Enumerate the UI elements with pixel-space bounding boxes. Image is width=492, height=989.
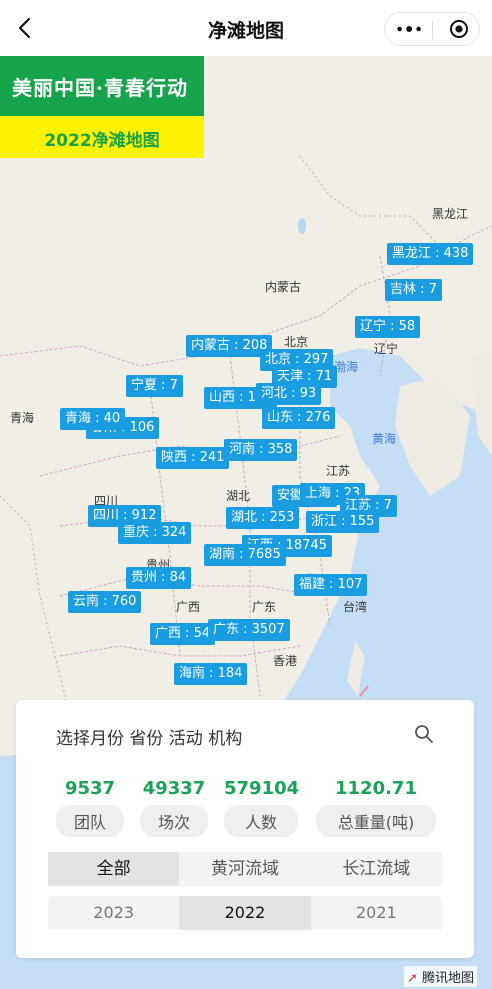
search-icon[interactable]: [414, 724, 434, 744]
province-marker[interactable]: 河北 : 93: [256, 383, 322, 405]
region-label: 广西: [176, 600, 201, 614]
province-marker[interactable]: 黑龙江 : 438: [387, 243, 474, 265]
stat-label: 人数: [224, 805, 298, 837]
stat-people: 579104 人数: [224, 778, 300, 837]
region-label: 广东: [252, 600, 277, 614]
year-2021[interactable]: 2021: [311, 896, 442, 930]
year-2023[interactable]: 2023: [48, 896, 179, 930]
region-label: 香港: [273, 654, 298, 668]
capsule-divider: [432, 21, 433, 39]
province-marker[interactable]: 广西 : 54: [150, 623, 216, 645]
more-icon[interactable]: [397, 26, 423, 32]
filter-selector[interactable]: 选择月份 省份 活动 机构: [56, 724, 242, 749]
province-marker[interactable]: 湖南 : 7685: [204, 544, 286, 566]
province-marker[interactable]: 吉林 : 7: [385, 279, 442, 301]
region-label: 江苏: [326, 464, 351, 478]
province-marker[interactable]: 陕西 : 241: [156, 447, 230, 469]
province-marker[interactable]: 云南 : 760: [68, 591, 142, 613]
region-label: 内蒙古: [265, 280, 302, 294]
region-label: 黑龙江: [432, 207, 469, 221]
year-tabs: 2023 2022 2021: [48, 896, 442, 930]
province-marker[interactable]: 辽宁 : 58: [355, 316, 421, 338]
basin-tabs: 全部 黄河流域 长江流域: [48, 852, 442, 886]
stats-panel: 选择月份 省份 活动 机构 9537 团队 49337 场次 579104 人数…: [16, 700, 474, 958]
province-marker[interactable]: 山东 : 276: [262, 407, 336, 429]
province-marker[interactable]: 浙江 : 155: [306, 511, 380, 533]
province-marker[interactable]: 重庆 : 324: [118, 522, 192, 544]
province-marker[interactable]: 青海 : 40: [60, 408, 126, 430]
sea-label: 渤海: [334, 360, 359, 374]
provider-name: 腾讯地图: [422, 971, 475, 986]
province-marker[interactable]: 福建 : 107: [294, 574, 368, 596]
province-marker[interactable]: 海南 : 184: [174, 663, 248, 685]
campaign-banner: 美丽中国·青春行动 2022净滩地图: [0, 56, 204, 158]
region-label: 台湾: [343, 600, 368, 614]
stat-value: 579104: [224, 778, 300, 799]
banner-brand-strip: 美丽中国·青春行动: [0, 56, 204, 116]
region-label: 湖北: [226, 489, 251, 503]
nav-bar: 净滩地图: [0, 0, 492, 56]
sea-label: 黄海: [372, 432, 397, 446]
region-label: 青海: [10, 411, 35, 425]
stat-label: 团队: [56, 805, 124, 837]
stat-value: 9537: [64, 778, 116, 799]
tab-yellow-river[interactable]: 黄河流域: [179, 852, 310, 886]
miniprogram-capsule: [384, 12, 480, 46]
stat-label: 总重量(吨): [316, 805, 436, 837]
map-provider-logo: ➚ 腾讯地图: [404, 966, 478, 987]
tab-all[interactable]: 全部: [48, 852, 180, 886]
stat-value: 49337: [142, 778, 206, 799]
province-marker[interactable]: 宁夏 : 7: [126, 375, 183, 397]
close-miniprogram-icon[interactable]: [449, 19, 469, 39]
tab-yangtze-river[interactable]: 长江流域: [311, 852, 442, 886]
province-marker[interactable]: 贵州 : 84: [126, 567, 192, 589]
year-2022[interactable]: 2022: [179, 896, 311, 930]
banner-subtitle: 2022净滩地图: [44, 131, 160, 151]
banner-brand: 美丽中国·青春行动: [12, 76, 188, 100]
region-label: 辽宁: [374, 342, 399, 356]
tencent-map-icon: ➚: [407, 971, 418, 986]
province-marker[interactable]: 湖北 : 253: [226, 507, 300, 529]
banner-subtitle-strip: 2022净滩地图: [0, 116, 204, 158]
region-label: 北京: [284, 335, 309, 349]
stat-value: 1120.71: [335, 778, 417, 799]
stat-label: 场次: [140, 805, 208, 837]
stat-teams: 9537 团队: [56, 778, 124, 837]
stat-sessions: 49337 场次: [140, 778, 208, 837]
stat-weight: 1120.71 总重量(吨): [316, 778, 436, 837]
province-marker[interactable]: 广东 : 3507: [208, 619, 290, 641]
province-marker[interactable]: 河南 : 358: [224, 439, 298, 461]
